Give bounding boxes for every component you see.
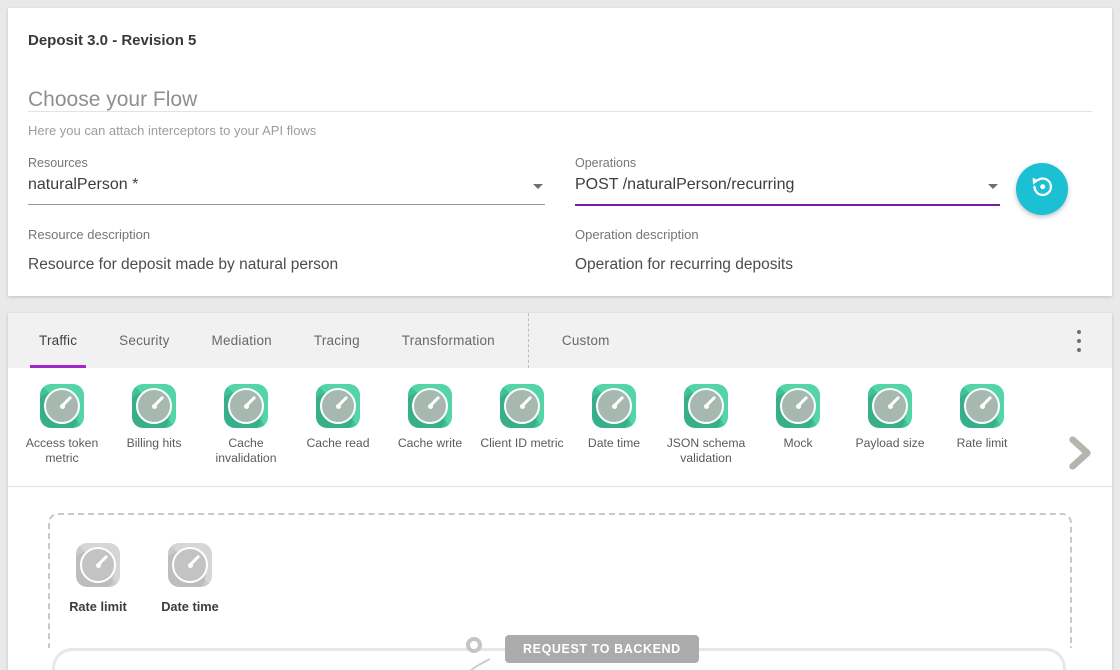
gauge-icon bbox=[500, 384, 544, 428]
tab-group-divider bbox=[528, 313, 529, 368]
interceptors-card: Traffic Security Mediation Tracing Transform… bbox=[8, 313, 1112, 670]
flow-drop-zone[interactable]: Rate limit Date time bbox=[48, 513, 1072, 648]
flow-interceptor-date-time[interactable]: Date time bbox=[144, 543, 236, 648]
tab-traffic[interactable]: Traffic bbox=[18, 313, 98, 368]
gauge-icon bbox=[40, 384, 84, 428]
interceptor-palette: Access token metric Billing hits Cache i… bbox=[8, 368, 1112, 487]
palette-item-cache-write[interactable]: Cache write bbox=[384, 384, 476, 486]
flow-connector-curve bbox=[456, 657, 496, 670]
gauge-icon bbox=[316, 384, 360, 428]
resource-description: Resource description Resource for deposi… bbox=[28, 227, 338, 274]
tab-mediation[interactable]: Mediation bbox=[191, 313, 293, 368]
gauge-icon bbox=[76, 543, 120, 587]
gauge-icon bbox=[776, 384, 820, 428]
palette-item-client-id-metric[interactable]: Client ID metric bbox=[476, 384, 568, 486]
tab-label: Tracing bbox=[314, 333, 360, 348]
palette-item-rate-limit[interactable]: Rate limit bbox=[936, 384, 1028, 486]
flow-header-card: Deposit 3.0 - Revision 5 Choose your Flo… bbox=[8, 8, 1112, 296]
palette-item-label: Billing hits bbox=[108, 436, 200, 451]
palette-item-label: Mock bbox=[752, 436, 844, 451]
more-options-button[interactable] bbox=[1070, 330, 1088, 352]
restore-icon bbox=[1029, 173, 1056, 205]
flow-node[interactable] bbox=[466, 637, 482, 653]
palette-item-mock[interactable]: Mock bbox=[752, 384, 844, 486]
resources-value-text: naturalPerson * bbox=[28, 176, 138, 193]
operations-value[interactable]: POST /naturalPerson/recurring bbox=[575, 176, 1000, 206]
gauge-icon bbox=[168, 543, 212, 587]
chevron-down-icon[interactable] bbox=[988, 184, 998, 189]
reload-operations-button[interactable] bbox=[1016, 163, 1068, 215]
operations-value-text: POST /naturalPerson/recurring bbox=[575, 176, 794, 193]
gauge-icon bbox=[408, 384, 452, 428]
palette-scroll-right-button[interactable] bbox=[1062, 433, 1094, 478]
palette-item-label: Date time bbox=[568, 436, 660, 451]
resource-description-label: Resource description bbox=[28, 227, 338, 242]
gauge-icon bbox=[132, 384, 176, 428]
palette-item-label: Rate limit bbox=[936, 436, 1028, 451]
section-subtitle: Here you can attach interceptors to your… bbox=[28, 123, 316, 138]
palette-item-payload-size[interactable]: Payload size bbox=[844, 384, 936, 486]
tab-label: Transformation bbox=[402, 333, 495, 348]
palette-item-label: Payload size bbox=[844, 436, 936, 451]
palette-item-label: JSON schema validation bbox=[660, 436, 752, 466]
tab-label: Security bbox=[119, 333, 169, 348]
flow-interceptor-rate-limit[interactable]: Rate limit bbox=[52, 543, 144, 648]
gauge-icon bbox=[224, 384, 268, 428]
palette-item-json-schema-validation[interactable]: JSON schema validation bbox=[660, 384, 752, 486]
operation-description-value: Operation for recurring deposits bbox=[575, 256, 793, 274]
tab-label: Mediation bbox=[212, 333, 272, 348]
gauge-icon bbox=[868, 384, 912, 428]
request-to-backend-badge: REQUEST TO BACKEND bbox=[505, 635, 699, 663]
tab-label: Custom bbox=[562, 333, 610, 348]
palette-item-date-time[interactable]: Date time bbox=[568, 384, 660, 486]
gauge-icon bbox=[684, 384, 728, 428]
palette-item-label: Client ID metric bbox=[476, 436, 568, 451]
palette-item-cache-read[interactable]: Cache read bbox=[292, 384, 384, 486]
tab-transformation[interactable]: Transformation bbox=[381, 313, 516, 368]
operation-description-label: Operation description bbox=[575, 227, 793, 242]
palette-item-billing-hits[interactable]: Billing hits bbox=[108, 384, 200, 486]
resources-select[interactable]: Resources naturalPerson * bbox=[28, 156, 545, 205]
tab-custom[interactable]: Custom bbox=[541, 313, 631, 368]
chevron-down-icon[interactable] bbox=[533, 184, 543, 189]
palette-item-access-token-metric[interactable]: Access token metric bbox=[16, 384, 108, 486]
tab-label: Traffic bbox=[39, 333, 77, 348]
operation-description: Operation description Operation for recu… bbox=[575, 227, 793, 274]
operations-select[interactable]: Operations POST /naturalPerson/recurring bbox=[575, 156, 1000, 206]
chevron-right-icon bbox=[1062, 433, 1094, 473]
palette-item-label: Cache read bbox=[292, 436, 384, 451]
palette-item-label: Cache invalidation bbox=[200, 436, 292, 466]
gauge-icon bbox=[960, 384, 1004, 428]
gauge-icon bbox=[592, 384, 636, 428]
resource-description-value: Resource for deposit made by natural per… bbox=[28, 256, 338, 274]
palette-item-cache-invalidation[interactable]: Cache invalidation bbox=[200, 384, 292, 486]
page-title: Deposit 3.0 - Revision 5 bbox=[28, 32, 196, 49]
resources-label: Resources bbox=[28, 156, 545, 170]
section-title: Choose your Flow bbox=[28, 88, 197, 112]
flow-interceptor-label: Rate limit bbox=[69, 599, 127, 614]
palette-item-label: Cache write bbox=[384, 436, 476, 451]
resources-value[interactable]: naturalPerson * bbox=[28, 176, 545, 205]
palette-item-label: Access token metric bbox=[16, 436, 108, 466]
flow-interceptor-label: Date time bbox=[161, 599, 219, 614]
interceptor-tab-bar: Traffic Security Mediation Tracing Transform… bbox=[8, 313, 1112, 368]
operations-label: Operations bbox=[575, 156, 1000, 170]
tab-security[interactable]: Security bbox=[98, 313, 190, 368]
section-divider bbox=[28, 111, 1092, 112]
tab-tracing[interactable]: Tracing bbox=[293, 313, 381, 368]
